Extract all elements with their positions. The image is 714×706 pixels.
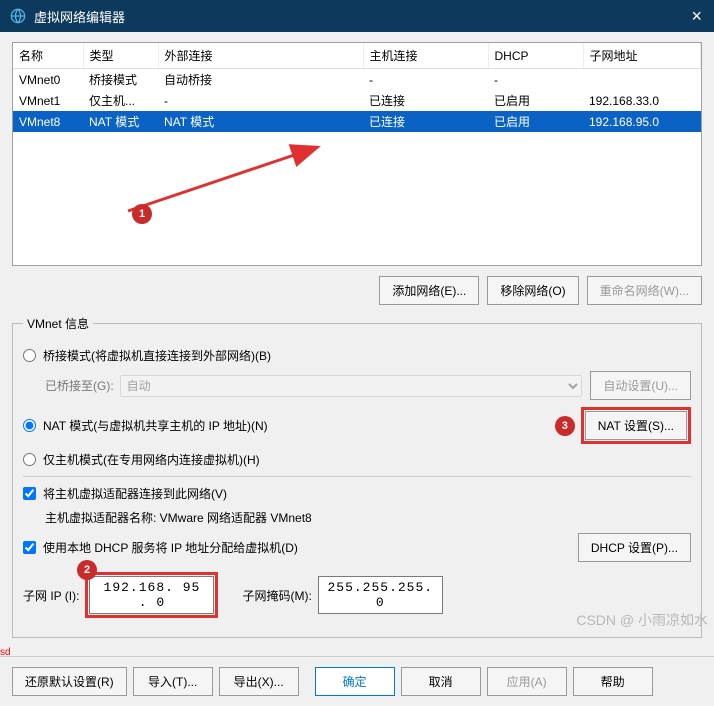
col-type[interactable]: 类型 [83,43,158,69]
annotation-badge-2: 2 [77,560,97,580]
bridge-to-select: 自动 [120,375,583,397]
vmnet-info-legend: VMnet 信息 [23,315,93,332]
col-host[interactable]: 主机连接 [363,43,488,69]
restore-defaults-button[interactable]: 还原默认设置(R) [12,667,127,696]
remove-network-button[interactable]: 移除网络(O) [487,276,578,305]
table-row[interactable]: VMnet0桥接模式自动桥接-- [13,69,701,91]
subnet-ip-input[interactable]: 192.168. 95 . 0 [89,576,214,614]
col-name[interactable]: 名称 [13,43,83,69]
nat-settings-button[interactable]: NAT 设置(S)... [585,411,687,440]
network-table: 名称 类型 外部连接 主机连接 DHCP 子网地址 VMnet0桥接模式自动桥接… [12,42,702,266]
titlebar: 虚拟网络编辑器 × [0,0,714,32]
apply-button: 应用(A) [487,667,567,696]
hostonly-radio[interactable]: 仅主机模式(在专用网络内连接虚拟机)(H) [23,451,260,468]
table-row[interactable]: VMnet1仅主机...-已连接已启用192.168.33.0 [13,90,701,111]
add-network-button[interactable]: 添加网络(E)... [379,276,479,305]
connect-host-checkbox[interactable]: 将主机虚拟适配器连接到此网络(V) [23,485,227,502]
close-icon[interactable]: × [691,6,702,27]
help-button[interactable]: 帮助 [573,667,653,696]
window-title: 虚拟网络编辑器 [34,7,125,26]
app-logo-icon [10,8,26,24]
col-subnet[interactable]: 子网地址 [583,43,701,69]
dhcp-settings-button[interactable]: DHCP 设置(P)... [578,533,691,562]
subnet-ip-highlight: 192.168. 95 . 0 [85,572,218,618]
rename-network-button: 重命名网络(W)... [587,276,702,305]
nat-settings-highlight: NAT 设置(S)... [581,407,691,444]
subnet-ip-label: 子网 IP (I): [23,587,79,604]
cancel-button[interactable]: 取消 [401,667,481,696]
auto-bridge-button: 自动设置(U)... [590,371,691,400]
bridge-to-label: 已桥接至(G): [45,377,114,394]
subnet-mask-input[interactable]: 255.255.255. 0 [318,576,443,614]
dialog-footer: 还原默认设置(R) 导入(T)... 导出(X)... 确定 取消 应用(A) … [0,656,714,706]
stray-text: sd [0,647,11,658]
table-row[interactable]: VMnet8NAT 模式NAT 模式已连接已启用192.168.95.0 [13,111,701,132]
bridge-radio[interactable]: 桥接模式(将虚拟机直接连接到外部网络)(B) [23,347,271,364]
annotation-badge-3: 3 [555,416,575,436]
nat-radio[interactable]: NAT 模式(与虚拟机共享主机的 IP 地址)(N) [23,417,268,434]
ok-button[interactable]: 确定 [315,667,395,696]
import-button[interactable]: 导入(T)... [133,667,213,696]
col-ext[interactable]: 外部连接 [158,43,363,69]
host-adapter-label: 主机虚拟适配器名称: VMware 网络适配器 VMnet8 [45,509,312,526]
export-button[interactable]: 导出(X)... [219,667,299,696]
subnet-mask-label: 子网掩码(M): [242,587,311,604]
dhcp-checkbox[interactable]: 使用本地 DHCP 服务将 IP 地址分配给虚拟机(D) [23,539,298,556]
annotation-badge-1: 1 [132,204,152,224]
col-dhcp[interactable]: DHCP [488,43,583,69]
vmnet-info-group: VMnet 信息 桥接模式(将虚拟机直接连接到外部网络)(B) 已桥接至(G):… [12,315,702,638]
